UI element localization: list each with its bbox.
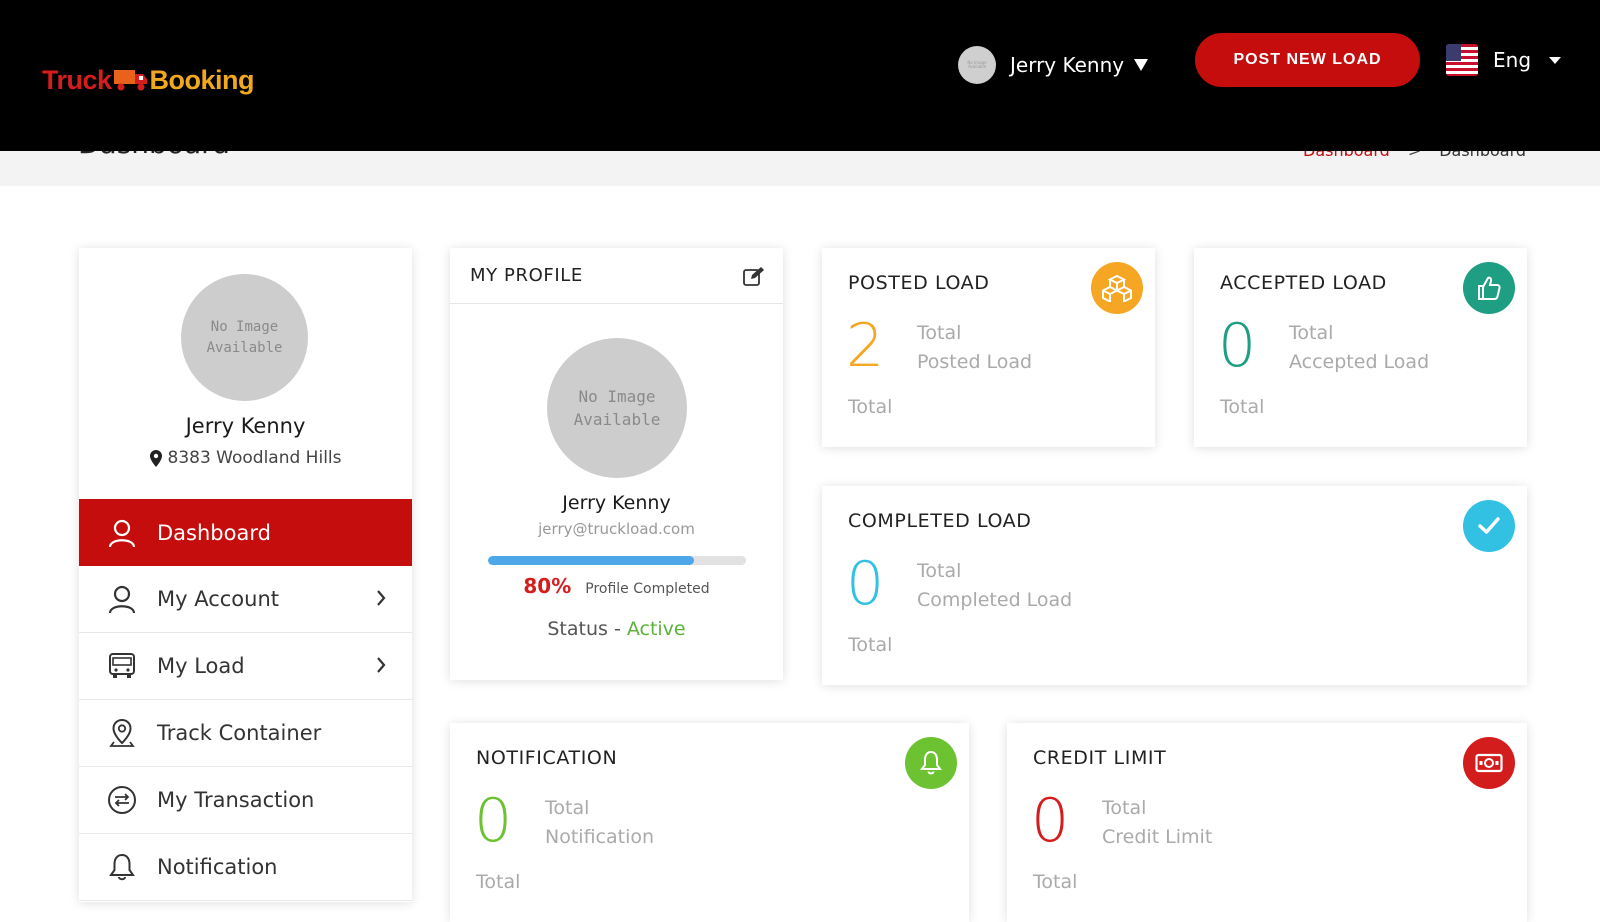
status-value: Active xyxy=(626,618,686,640)
caret-down-icon xyxy=(1549,56,1562,64)
card-value: 0 xyxy=(1031,786,1070,856)
map-marker-icon xyxy=(149,449,162,467)
page-title: Dashboard xyxy=(78,151,230,160)
sidebar-item-label: Track Container xyxy=(157,721,322,745)
logo-text-booking: Booking xyxy=(149,64,255,95)
card-title: CREDIT LIMIT xyxy=(1033,747,1167,769)
us-flag-icon xyxy=(1446,44,1478,76)
card-total: Total xyxy=(848,634,893,656)
card-total: Total xyxy=(848,396,893,418)
bell-icon xyxy=(105,850,139,884)
breadcrumb-separator: > xyxy=(1408,151,1421,160)
card-total: Total xyxy=(1033,871,1078,893)
chevron-right-icon xyxy=(377,590,386,606)
money-icon xyxy=(1463,737,1515,789)
card-sublabel: Completed Load xyxy=(917,589,1073,611)
breadcrumb-current: Dashboard xyxy=(1439,151,1526,160)
breadcrumb: Dashboard > Dashboard xyxy=(1303,151,1526,160)
profile-progress-fill xyxy=(488,556,695,565)
card-label: Total xyxy=(917,322,962,344)
card-total: Total xyxy=(1220,396,1265,418)
boxes-icon xyxy=(1091,262,1143,314)
sidebar-item-label: Notification xyxy=(157,855,278,879)
card-title: ACCEPTED LOAD xyxy=(1220,272,1387,294)
user-menu[interactable]: No Image Available Jerry Kenny xyxy=(958,45,1149,85)
sidebar-item-notification[interactable]: Notification xyxy=(79,834,412,901)
profile-avatar: No Image Available xyxy=(547,338,687,478)
exchange-icon xyxy=(105,783,139,817)
accepted-load-card[interactable]: ACCEPTED LOAD 0 Total Accepted Load Tota… xyxy=(1194,248,1527,447)
card-sublabel: Posted Load xyxy=(917,351,1033,373)
progress-percent: 80% xyxy=(523,574,572,598)
sidebar-item-track-container[interactable]: Track Container xyxy=(79,700,412,767)
card-sublabel: Notification xyxy=(545,826,655,848)
card-value: 2 xyxy=(846,311,885,381)
profile-card-header: MY PROFILE xyxy=(450,248,783,304)
sidebar-item-my-load[interactable]: My Load xyxy=(79,633,412,700)
truck-icon xyxy=(105,649,139,683)
logo-text-truck: Truck xyxy=(42,64,112,95)
logo[interactable]: Truck Booking xyxy=(42,62,255,98)
card-value: 0 xyxy=(474,786,513,856)
profile-name: Jerry Kenny xyxy=(562,492,671,514)
profile-card-title: MY PROFILE xyxy=(470,265,583,286)
sidebar-item-dashboard[interactable]: Dashboard xyxy=(79,499,412,566)
profile-progress-text: 80% Profile Completed xyxy=(450,574,783,598)
sidebar-item-label: My Transaction xyxy=(157,788,315,812)
sidebar-item-label: My Load xyxy=(157,654,245,678)
location-text: 8383 Woodland Hills xyxy=(167,448,342,468)
card-value: 0 xyxy=(1218,311,1257,381)
sidebar-user-name: Jerry Kenny xyxy=(185,414,306,438)
profile-email: jerry@truckload.com xyxy=(538,520,695,538)
language-label: Eng xyxy=(1493,48,1532,72)
edit-icon[interactable] xyxy=(743,266,765,286)
profile-status: Status - Active xyxy=(450,618,783,640)
sidebar-item-label: Dashboard xyxy=(157,520,271,545)
notification-card[interactable]: NOTIFICATION 0 Total Notification Total xyxy=(450,723,969,922)
thumbs-up-icon xyxy=(1463,262,1515,314)
card-title: COMPLETED LOAD xyxy=(848,510,1032,532)
status-label: Status - xyxy=(547,618,627,640)
user-name: Jerry Kenny xyxy=(1010,53,1125,77)
sidebar-item-my-account[interactable]: My Account xyxy=(79,566,412,633)
check-icon xyxy=(1463,500,1515,552)
sidebar-item-label: My Account xyxy=(157,587,280,611)
sidebar-location: 8383 Woodland Hills xyxy=(79,448,412,468)
card-sublabel: Accepted Load xyxy=(1289,351,1430,373)
user-icon xyxy=(105,582,139,616)
top-header: Truck Booking No Image Available Jerry Ke… xyxy=(0,0,1600,151)
my-profile-card: MY PROFILE No Image Available Jerry Kenny… xyxy=(450,248,783,680)
card-label: Total xyxy=(545,797,590,819)
card-value: 0 xyxy=(846,549,885,619)
avatar: No Image Available xyxy=(958,46,996,84)
sidebar-menu: Dashboard My Account My Load Track Conta… xyxy=(79,499,412,901)
card-title: POSTED LOAD xyxy=(848,272,990,294)
sidebar: No Image Available Jerry Kenny 8383 Woodl… xyxy=(79,248,412,902)
breadcrumb-link-dashboard[interactable]: Dashboard xyxy=(1303,151,1390,160)
completed-load-card[interactable]: COMPLETED LOAD 0 Total Completed Load To… xyxy=(822,486,1527,685)
sidebar-item-my-transaction[interactable]: My Transaction xyxy=(79,767,412,834)
user-icon xyxy=(105,516,139,550)
location-pin-icon xyxy=(105,716,139,750)
card-title: NOTIFICATION xyxy=(476,747,618,769)
credit-limit-card[interactable]: CREDIT LIMIT 0 Total Credit Limit Total xyxy=(1007,723,1527,922)
card-label: Total xyxy=(917,560,962,582)
truck-logo-icon xyxy=(113,70,147,91)
profile-avatar: No Image Available xyxy=(181,274,308,401)
language-selector[interactable]: Eng xyxy=(1446,43,1562,77)
card-total: Total xyxy=(476,871,521,893)
page-title-bar: Dashboard Dashboard > Dashboard xyxy=(0,151,1600,186)
card-sublabel: Credit Limit xyxy=(1102,826,1213,848)
progress-label: Profile Completed xyxy=(585,581,710,597)
caret-down-icon xyxy=(1134,59,1149,71)
profile-progress-bar xyxy=(488,556,746,565)
bell-icon xyxy=(905,737,957,789)
card-label: Total xyxy=(1102,797,1147,819)
chevron-right-icon xyxy=(377,657,386,673)
post-new-load-button[interactable]: POST NEW LOAD xyxy=(1195,33,1420,87)
posted-load-card[interactable]: POSTED LOAD 2 Total Posted Load Total xyxy=(822,248,1155,447)
card-label: Total xyxy=(1289,322,1334,344)
